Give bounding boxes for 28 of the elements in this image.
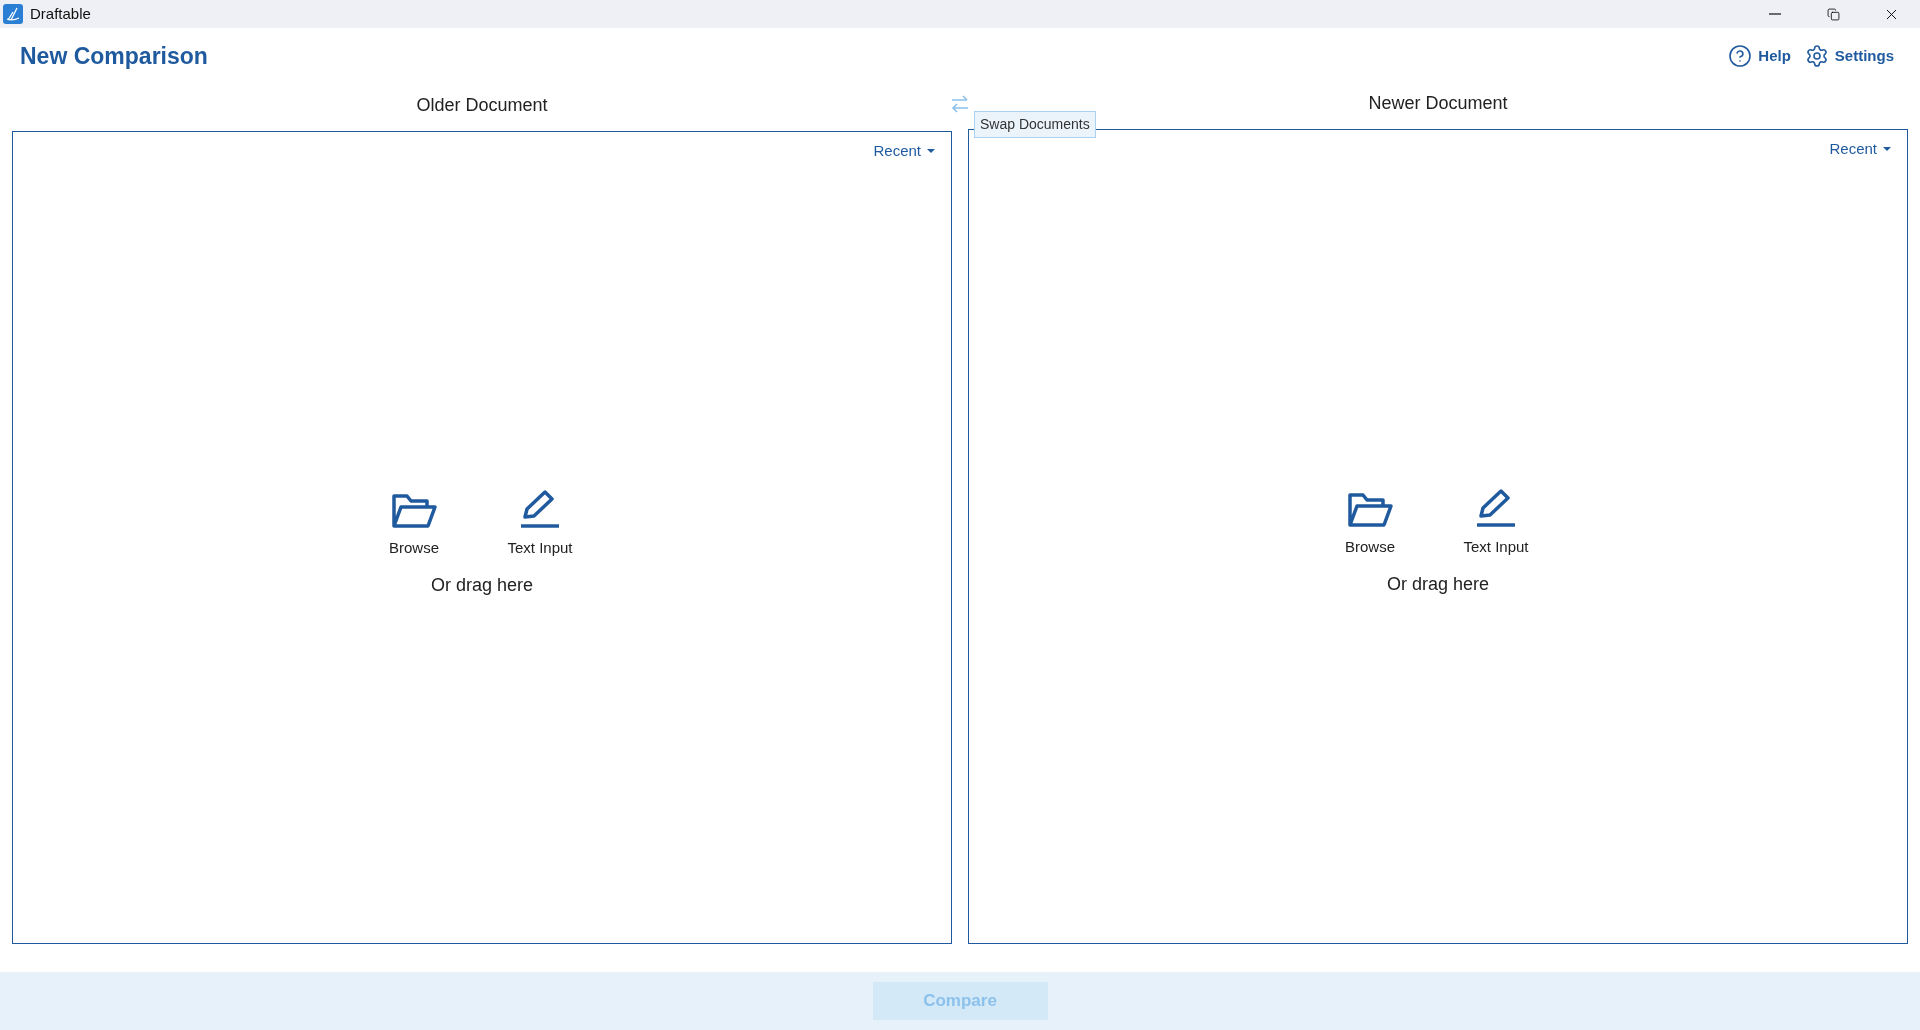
panel-title: Newer Document <box>1368 93 1508 113</box>
caret-icon <box>1883 147 1891 152</box>
panel-title: Older Document <box>416 95 548 115</box>
text-input-button[interactable]: Text Input <box>502 487 578 560</box>
restore-icon <box>1826 7 1840 21</box>
drag-hint: Or drag here <box>430 573 534 597</box>
recent-dropdown[interactable]: Recent <box>1829 138 1891 161</box>
recent-dropdown[interactable]: Recent <box>873 140 935 163</box>
text-input-button[interactable]: Text Input <box>1458 486 1534 559</box>
pencil-icon <box>1475 488 1517 528</box>
window-title: Draftable <box>30 3 91 24</box>
help-link[interactable]: Help <box>1728 44 1791 68</box>
swap-tooltip: Swap Documents <box>974 111 1096 138</box>
app-logo-icon <box>3 4 23 24</box>
help-icon <box>1728 44 1753 68</box>
settings-icon <box>1804 44 1829 68</box>
caret-icon <box>927 149 935 154</box>
folder-icon <box>1347 492 1393 528</box>
page-title: New Comparison <box>20 41 208 71</box>
folder-icon <box>391 493 437 529</box>
pencil-icon <box>519 489 561 529</box>
browse-button[interactable]: Browse <box>376 487 452 560</box>
minimize-icon <box>1769 13 1781 15</box>
swap-arrows-icon[interactable] <box>951 94 969 114</box>
settings-link[interactable]: Settings <box>1804 44 1894 68</box>
drop-area[interactable]: Recent Browse Text Input Or drag here <box>12 131 952 944</box>
drag-hint: Or drag here <box>1386 572 1490 596</box>
browse-button[interactable]: Browse <box>1332 486 1408 559</box>
